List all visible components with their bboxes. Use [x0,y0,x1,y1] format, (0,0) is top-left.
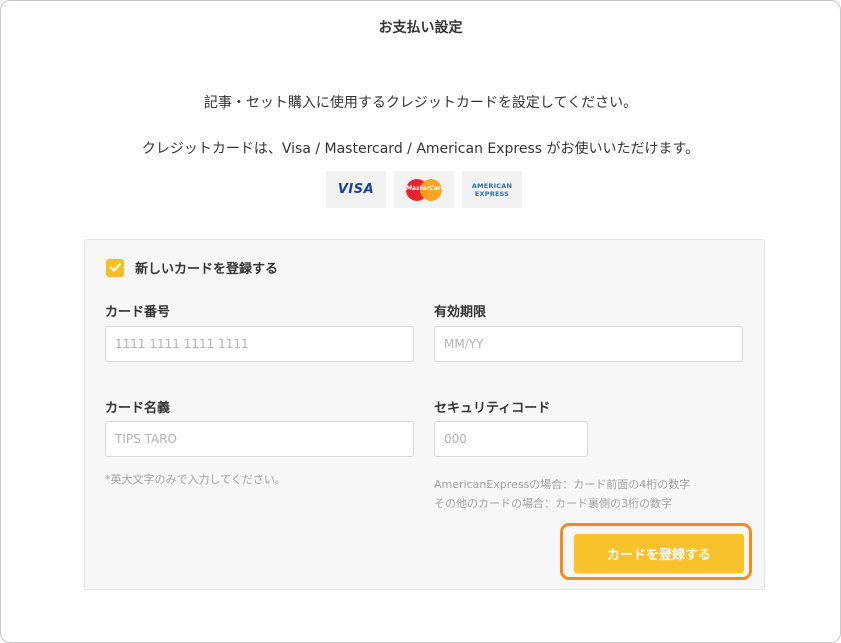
register-new-card-label: 新しいカードを登録する [135,262,279,277]
page-title: お支払い設定 [378,20,463,36]
visa-logo: VISA [326,171,386,208]
submit-highlight: カードを登録する [560,523,752,580]
amex-logo-line2: EXPRESS [474,189,510,198]
register-new-card-option[interactable]: 新しいカードを登録する [106,258,278,277]
page-description: 記事・セット購入に使用するクレジットカードを設定してください。 [203,95,638,111]
card-number-label: カード番号 [105,305,171,320]
mastercard-logo: MasterCard [394,171,454,208]
security-code-input[interactable] [434,421,588,457]
amex-logo: AMERICAN EXPRESS [462,171,522,208]
expiry-input[interactable] [434,326,743,362]
visa-logo-text: VISA [337,182,375,197]
checkmark-icon [109,263,121,272]
mastercard-logo-text: MasterCard [406,184,446,192]
security-code-label: セキュリティコード [434,401,551,416]
card-name-note: *英大文字のみで入力してください。 [105,473,286,486]
card-form-panel: 新しいカードを登録する カード番号 有効期限 カード名義 *英大文字のみで入力し… [84,239,765,590]
security-code-note-other: その他のカードの場合：カード裏側の3桁の数字 [434,497,672,510]
register-card-button[interactable]: カードを登録する [574,534,744,573]
card-number-input[interactable] [105,326,414,362]
accepted-cards-note: クレジットカードは、Visa / Mastercard / American E… [141,141,700,157]
expiry-label: 有効期限 [434,305,487,320]
card-name-label: カード名義 [105,401,171,416]
mastercard-icon: MasterCard [406,178,446,201]
amex-logo-line1: AMERICAN [471,181,513,190]
card-brand-logos: VISA MasterCard AMERICAN EXPRESS [326,171,522,208]
security-code-note-amex: AmericanExpressの場合：カード前面の4桁の数字 [434,478,691,491]
card-name-input[interactable] [105,421,414,457]
register-new-card-checkbox[interactable] [106,258,124,277]
